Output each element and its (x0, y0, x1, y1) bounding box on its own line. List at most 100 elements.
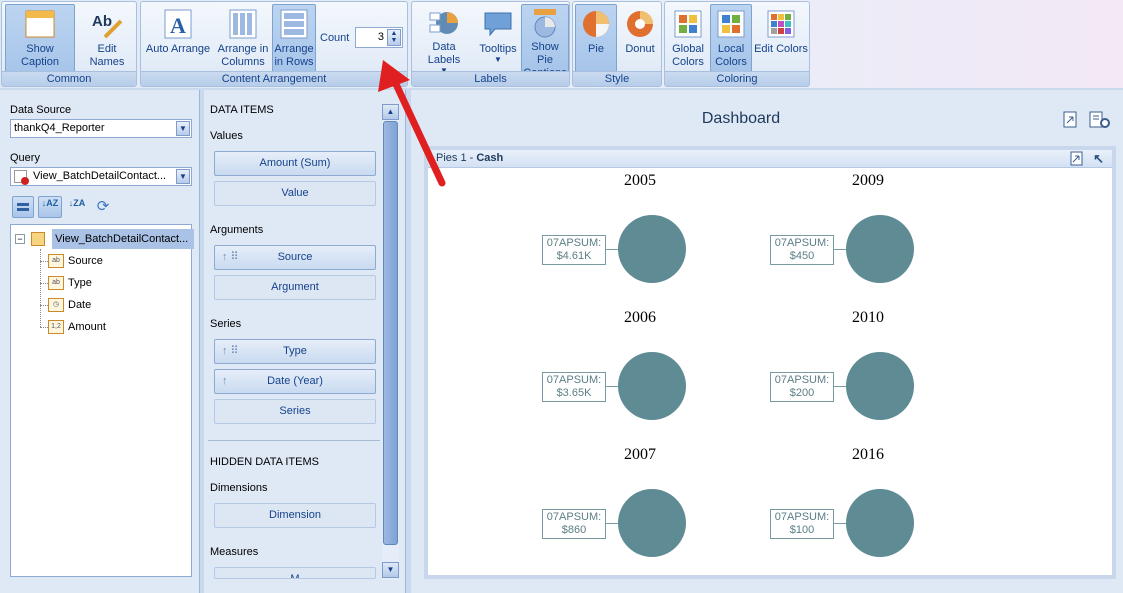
pie-label-name: 07APSUM: (546, 511, 602, 523)
query-combo[interactable]: View_BatchDetailContact... ▼ (10, 167, 192, 186)
argument-field-placeholder[interactable]: Argument (214, 275, 376, 300)
data-source-label: Data Source (10, 104, 72, 116)
field-label: M (290, 573, 300, 579)
value-field-amount[interactable]: Amount (Sum) (214, 151, 376, 176)
export-icon[interactable] (1063, 111, 1079, 129)
pie-label-connector (606, 523, 618, 524)
pie-label-connector (834, 523, 846, 524)
data-labels-label: Data Labels (427, 41, 461, 66)
pie-label-value: $450 (789, 250, 815, 262)
collapse-all-button[interactable] (12, 196, 34, 218)
count-value: 3 (377, 31, 384, 43)
pie-year-caption: 2007 (624, 446, 656, 463)
pie-slice[interactable] (618, 215, 686, 283)
text-field-icon: ab (48, 276, 64, 291)
count-spinner[interactable]: 3 ▲ ▼ (355, 27, 403, 48)
value-field-placeholder[interactable]: Value (214, 181, 376, 206)
donut-icon (624, 8, 656, 40)
date-field-icon: ◷ (48, 298, 64, 313)
collapse-node-icon[interactable]: − (15, 234, 25, 245)
pie-label-connector (606, 386, 618, 387)
auto-arrange-button[interactable]: A Auto Arrange (143, 4, 213, 72)
pie-slice[interactable] (846, 489, 914, 557)
numeric-field-icon: 1,2 (48, 320, 64, 335)
group-caption-coloring: Coloring (665, 71, 809, 86)
edit-names-button[interactable]: Ab Edit Names (78, 4, 136, 72)
refresh-button[interactable]: ⟳ (93, 198, 113, 218)
pie-label-name: 07APSUM: (546, 374, 602, 386)
field-label: Date (Year) (267, 375, 323, 387)
tree-field[interactable]: ab Source (40, 251, 103, 271)
scroll-thumb[interactable] (383, 121, 398, 545)
sort-handle-icon[interactable]: ↑ ⠿ (222, 246, 239, 269)
tooltips-button[interactable]: Tooltips ▼ (475, 4, 521, 72)
series-field-type[interactable]: ↑ ⠿ Type (214, 339, 376, 364)
field-label: Series (279, 405, 311, 417)
arrange-columns-label: Arrange in Columns (217, 43, 269, 68)
local-colors-button[interactable]: Local Colors (710, 4, 752, 72)
edit-names-icon: Ab (91, 8, 123, 40)
vertical-scrollbar[interactable]: ▲ ▼ (382, 104, 399, 580)
show-pie-captions-button[interactable]: Show Pie Captions (521, 4, 569, 79)
pie-slice[interactable] (846, 352, 914, 420)
drill-up-icon[interactable]: ↖ (1093, 150, 1104, 167)
edit-colors-button[interactable]: Edit Colors (753, 4, 809, 72)
data-items-pane: DATA ITEMS Values Amount (Sum) Value Arg… (204, 90, 406, 593)
pie-label-value: $200 (789, 387, 815, 399)
show-caption-button[interactable]: Show Caption (5, 4, 75, 72)
data-source-combo[interactable]: thankQ4_Reporter ▼ (10, 119, 192, 138)
sort-za-icon: ↓ZA (68, 198, 86, 208)
sort-ascending-button[interactable]: ↓AZ (38, 196, 62, 218)
field-label: Argument (271, 281, 319, 293)
spinner-arrows-icon[interactable]: ▲ ▼ (387, 29, 401, 46)
item-caption-name: Cash (476, 152, 504, 164)
sort-handle-icon[interactable]: ↑ ⠿ (222, 340, 239, 363)
pie-year-caption: 2009 (852, 172, 884, 189)
export-item-icon[interactable] (1070, 151, 1084, 172)
pie-label-name: 07APSUM: (774, 511, 830, 523)
tree-root[interactable]: − View_BatchDetailContact... (15, 229, 195, 250)
data-labels-button[interactable]: Data Labels ▼ (414, 4, 474, 75)
arrange-columns-button[interactable]: Arrange in Columns (215, 4, 271, 72)
parameters-icon[interactable] (1089, 111, 1111, 129)
tree-field[interactable]: ab Type (40, 273, 92, 293)
group-style: Pie Donut Style (572, 1, 662, 87)
edit-colors-icon (765, 8, 797, 40)
pie-slice[interactable] (618, 352, 686, 420)
sort-descending-button[interactable]: ↓ZA (67, 198, 87, 218)
pie-data-label: 07APSUM: $3.65K (542, 372, 606, 402)
pie-slice[interactable] (618, 489, 686, 557)
pie-style-button[interactable]: Pie (575, 4, 617, 72)
divider (208, 440, 380, 441)
tree-field[interactable]: 1,2 Amount (40, 317, 106, 337)
query-value: View_BatchDetailContact... (33, 170, 167, 182)
global-colors-button[interactable]: Global Colors (667, 4, 709, 72)
tree-field[interactable]: ◷ Date (40, 295, 91, 315)
pie-year-caption: 2005 (624, 172, 656, 189)
pie-year-caption: 2010 (852, 309, 884, 326)
scroll-down-icon[interactable]: ▼ (382, 562, 399, 578)
pie-label-value: $860 (561, 524, 587, 536)
arrange-rows-button[interactable]: Arrange in Rows (272, 4, 316, 72)
chevron-down-icon[interactable]: ▼ (176, 169, 190, 184)
dashboard-area: Dashboard Pies 1 - Cash ↖ 2005 07APSUM: $4… (411, 90, 1123, 593)
scroll-up-icon[interactable]: ▲ (382, 104, 399, 120)
measure-field-placeholder[interactable]: M (214, 567, 376, 579)
pie-caption-icon (529, 8, 561, 38)
field-label: Type (68, 277, 92, 289)
series-field-placeholder[interactable]: Series (214, 399, 376, 424)
pie-slice[interactable] (846, 215, 914, 283)
argument-field-source[interactable]: ↑ ⠿ Source (214, 245, 376, 270)
group-caption-common: Common (2, 71, 136, 86)
show-caption-label: Show Caption (21, 43, 59, 68)
dimension-field-placeholder[interactable]: Dimension (214, 503, 376, 528)
pie-dashboard-item[interactable]: Pies 1 - Cash ↖ 2005 07APSUM: $4.61K 2009 07… (424, 146, 1116, 579)
sort-arrow-icon[interactable]: ↑ (222, 370, 228, 393)
data-source-pane: Data Source thankQ4_Reporter ▼ Query Vie… (0, 90, 200, 593)
svg-text:Ab: Ab (92, 13, 112, 30)
donut-style-button[interactable]: Donut (619, 4, 661, 72)
field-label: Source (277, 251, 313, 263)
chevron-down-icon[interactable]: ▼ (176, 121, 190, 136)
series-field-date[interactable]: ↑ Date (Year) (214, 369, 376, 394)
donut-label: Donut (625, 43, 655, 55)
